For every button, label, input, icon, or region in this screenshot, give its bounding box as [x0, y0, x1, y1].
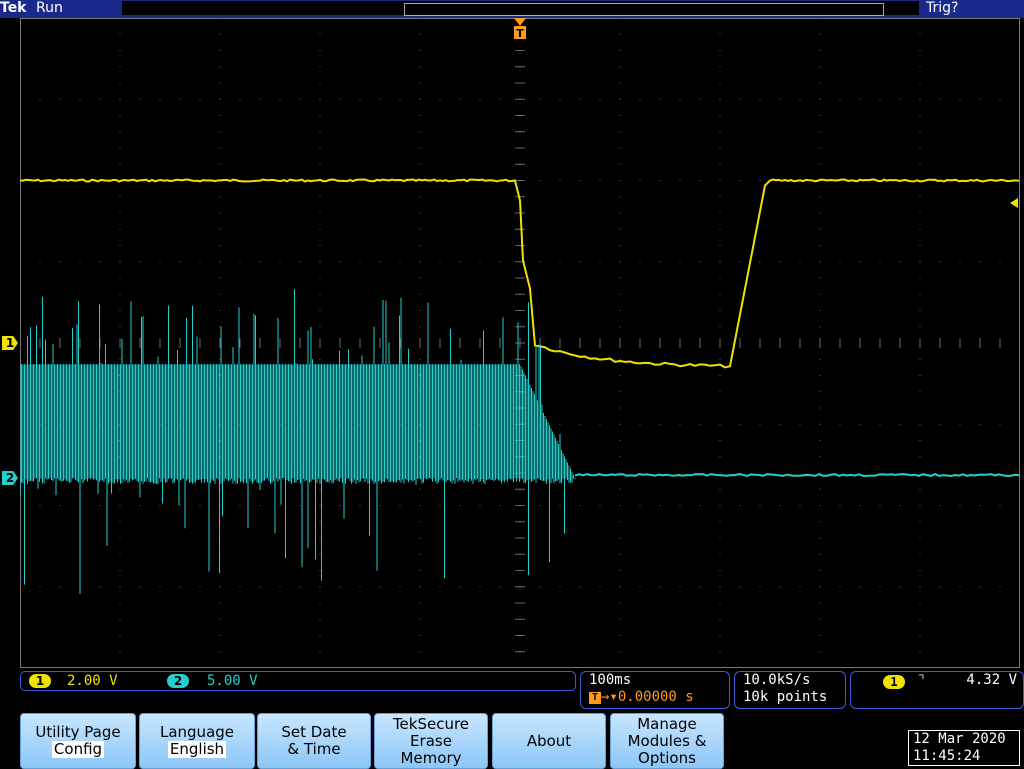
set-date-time-button[interactable]: Set Date & Time [257, 713, 371, 769]
time-text: 11:45:24 [913, 748, 981, 764]
ch2-badge[interactable]: 2 [167, 674, 189, 688]
ch1-scale[interactable]: 2.00 V [67, 672, 118, 690]
trigger-level-marker[interactable] [1010, 198, 1018, 208]
teksecure-erase-memory-button[interactable]: TekSecure Erase Memory [374, 713, 488, 769]
trigger-level: 4.32 V [966, 672, 1017, 688]
ch2-waveform [20, 289, 576, 594]
date-time-display[interactable]: 12 Mar 2020 11:45:24 [908, 730, 1020, 766]
manage-modules-options-button[interactable]: Manage Modules & Options [610, 713, 724, 769]
brand-logo: Tek [0, 0, 27, 16]
trigger-position-marker[interactable]: T [514, 18, 526, 40]
status-header: Tek Run Trig? [0, 0, 1024, 18]
timebase-readout[interactable]: 100ms T →▾ 0.00000 s [580, 671, 730, 709]
record-view-window[interactable] [404, 3, 884, 16]
falling-edge-icon: ⌝ [917, 672, 926, 688]
trigger-position-value: 0.00000 s [617, 689, 694, 705]
svg-text:T: T [516, 27, 524, 40]
ch2-scale[interactable]: 5.00 V [207, 672, 258, 690]
acquisition-readout[interactable]: 10.0kS/s 10k points [734, 671, 846, 709]
ch1-ground-marker[interactable]: 1 [2, 336, 18, 350]
record-length: 10k points [743, 689, 828, 705]
trigger-status: Trig? [926, 0, 959, 16]
record-overview-bar[interactable] [122, 1, 919, 16]
ch2-ground-marker[interactable]: 2 [2, 471, 18, 485]
utility-page-button[interactable]: Utility Page Config [20, 713, 136, 769]
trigger-source-badge: 1 [883, 675, 905, 689]
trigger-position-icon: T [589, 691, 601, 704]
horizontal-scale: 100ms [589, 672, 632, 688]
acquisition-state: Run [36, 0, 63, 16]
graticule [20, 18, 1020, 668]
waveform-display[interactable]: T [20, 18, 1020, 668]
sample-rate: 10.0kS/s [743, 672, 811, 688]
channel-readout-bar: 1 2.00 V 2 5.00 V [20, 671, 576, 691]
about-button[interactable]: About [492, 713, 606, 769]
trigger-readout[interactable]: 1 ⌝ 4.32 V [850, 671, 1024, 709]
ch1-badge[interactable]: 1 [29, 674, 51, 688]
ch2-baseline [574, 472, 1020, 478]
date-text: 12 Mar 2020 [913, 731, 1006, 747]
arrow-right-icon: →▾ [601, 689, 618, 705]
language-button[interactable]: Language English [139, 713, 255, 769]
